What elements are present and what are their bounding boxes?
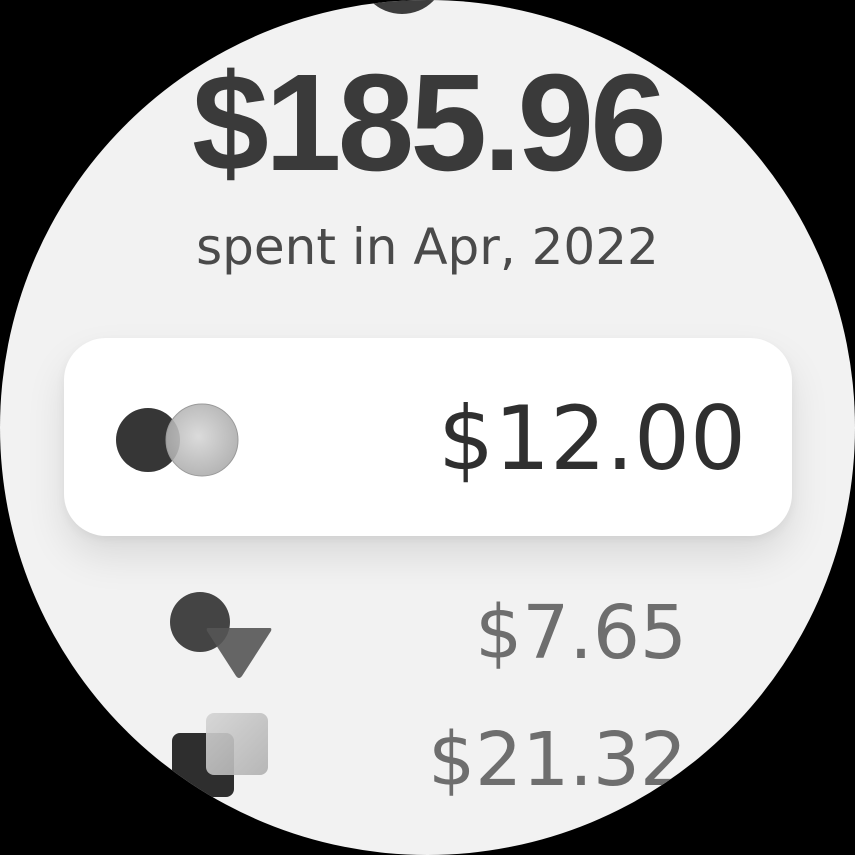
transaction-row[interactable]: $7.65 [0, 580, 855, 690]
total-spent-amount: $185.96 [192, 46, 667, 200]
mastercard-icon [116, 403, 239, 477]
transaction-amount: $7.65 [475, 590, 687, 676]
transaction-amount: $21.32 [428, 717, 687, 803]
transaction-row[interactable]: $21.32 [0, 705, 855, 815]
circle-triangle-icon [170, 592, 272, 678]
overlapping-squares-icon [172, 713, 268, 797]
watch-face: $185.96 spent in Apr, 2022 $12.00 $7.65 [0, 0, 855, 855]
transaction-amount: $12.00 [438, 387, 746, 490]
period-label: spent in Apr, 2022 [196, 218, 659, 276]
scroll-up-hint-icon [369, 0, 435, 14]
transaction-row-selected[interactable]: $12.00 [64, 338, 792, 536]
